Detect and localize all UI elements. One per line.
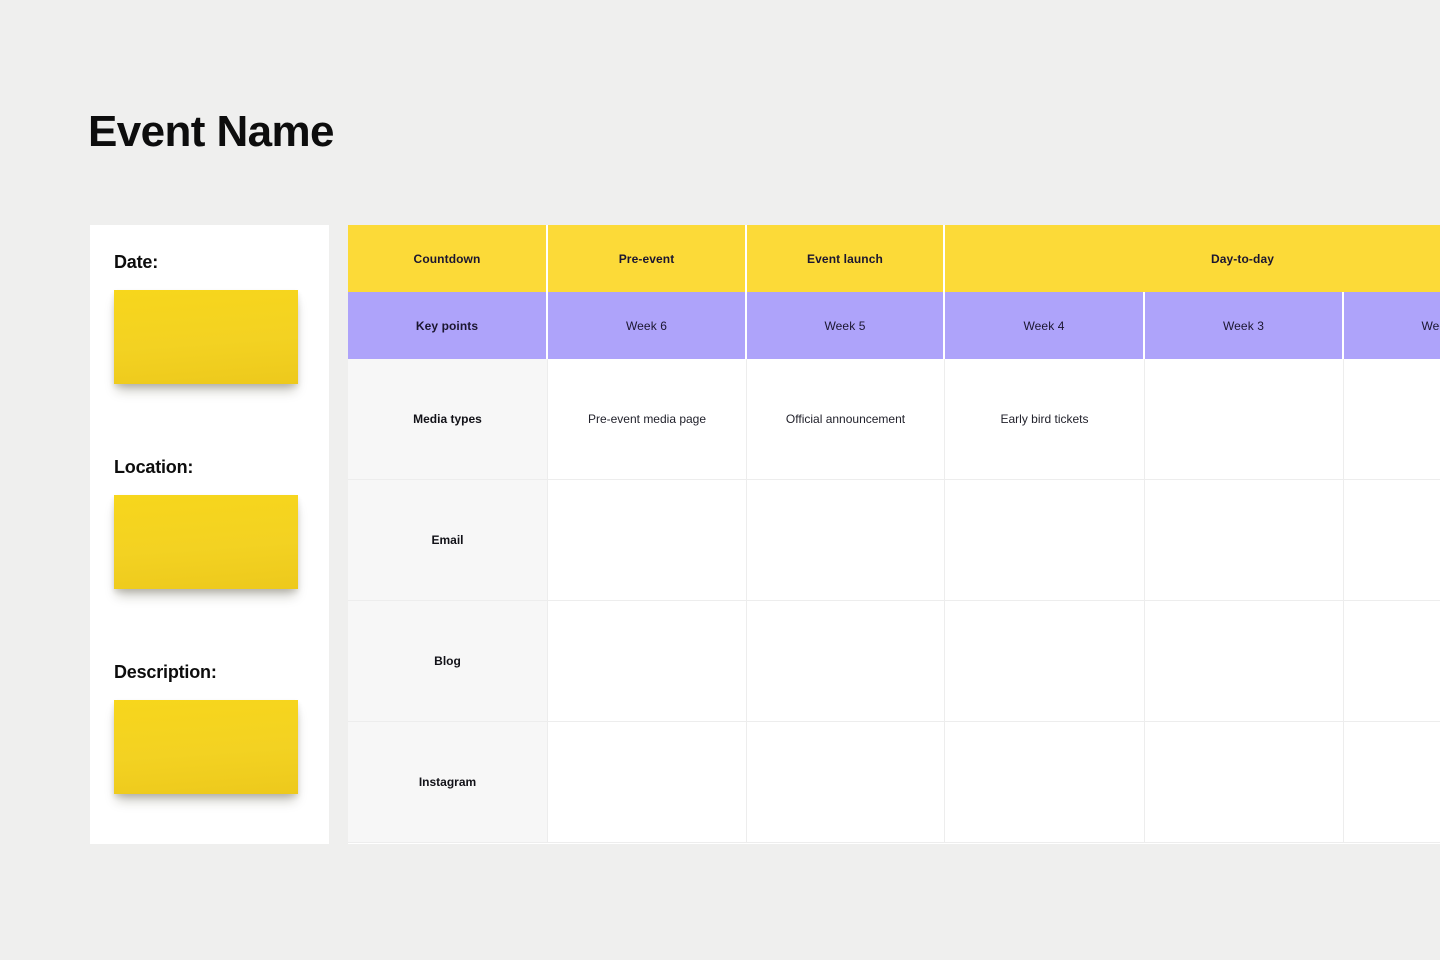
sticky-note-description[interactable] xyxy=(114,699,298,794)
week-header-week-4[interactable]: Week 4 xyxy=(945,292,1145,359)
table-row: Media types Pre-event media page Officia… xyxy=(348,359,1440,480)
table-cell[interactable] xyxy=(1344,601,1440,721)
content-planner-table: Countdown Pre-event Event launch Day-to-… xyxy=(348,225,1440,844)
page-title: Event Name xyxy=(88,107,334,156)
table-cell[interactable] xyxy=(945,601,1145,721)
table-phase-header-row: Countdown Pre-event Event launch Day-to-… xyxy=(348,225,1440,292)
table-cell[interactable] xyxy=(548,722,747,842)
info-label-date: Date: xyxy=(114,252,159,272)
week-header-week-6[interactable]: Week 6 xyxy=(548,292,747,359)
row-label-instagram: Instagram xyxy=(348,722,548,842)
table-cell[interactable] xyxy=(747,601,945,721)
event-info-card: Date: Location: Description: xyxy=(90,225,329,844)
phase-header-countdown[interactable]: Countdown xyxy=(348,225,548,292)
table-row: Blog xyxy=(348,601,1440,722)
table-cell[interactable] xyxy=(747,722,945,842)
row-label-email: Email xyxy=(348,480,548,600)
table-cell[interactable] xyxy=(1145,480,1344,600)
table-cell[interactable] xyxy=(945,480,1145,600)
table-cell[interactable] xyxy=(1145,601,1344,721)
table-cell[interactable]: Early bird tickets xyxy=(945,359,1145,479)
table-cell[interactable] xyxy=(1344,722,1440,842)
sticky-note-date[interactable] xyxy=(114,289,298,384)
info-field-date: Date: xyxy=(114,252,304,384)
table-row: Email xyxy=(348,480,1440,601)
phase-header-event-launch[interactable]: Event launch xyxy=(747,225,945,292)
table-cell[interactable]: Pre-event media page xyxy=(548,359,747,479)
table-cell[interactable] xyxy=(945,722,1145,842)
info-label-description: Description: xyxy=(114,662,217,682)
week-header-week-5[interactable]: Week 5 xyxy=(747,292,945,359)
info-field-description: Description: xyxy=(114,662,304,794)
row-label-blog: Blog xyxy=(348,601,548,721)
table-cell[interactable] xyxy=(1344,480,1440,600)
sticky-note-location[interactable] xyxy=(114,494,298,589)
table-cell[interactable] xyxy=(548,480,747,600)
table-cell[interactable] xyxy=(548,601,747,721)
info-field-location: Location: xyxy=(114,457,304,589)
info-label-location: Location: xyxy=(114,457,194,477)
table-row: Instagram xyxy=(348,722,1440,843)
phase-header-pre-event[interactable]: Pre-event xyxy=(548,225,747,292)
phase-header-day-to-day[interactable]: Day-to-day xyxy=(945,225,1440,292)
table-cell[interactable] xyxy=(747,480,945,600)
week-header-week-2[interactable]: Week 2 xyxy=(1344,292,1440,359)
table-week-header-row: Key points Week 6 Week 5 Week 4 Week 3 W… xyxy=(348,292,1440,359)
week-header-week-3[interactable]: Week 3 xyxy=(1145,292,1344,359)
table-cell[interactable] xyxy=(1145,722,1344,842)
table-cell[interactable] xyxy=(1145,359,1344,479)
row-label-media-types: Media types xyxy=(348,359,548,479)
table-cell[interactable] xyxy=(1344,359,1440,479)
week-header-key-points[interactable]: Key points xyxy=(348,292,548,359)
table-cell[interactable]: Official announcement xyxy=(747,359,945,479)
